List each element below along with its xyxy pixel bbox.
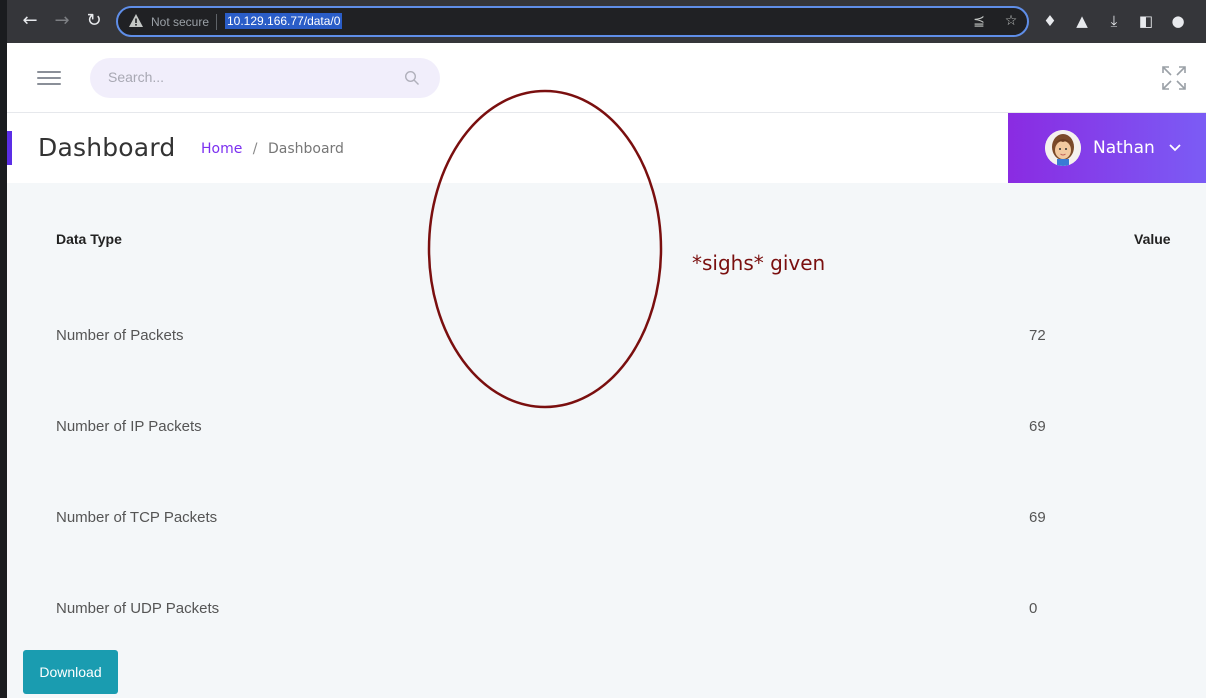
header-accent-bar [7, 131, 12, 165]
breadcrumb-current: Dashboard [267, 141, 344, 157]
download-button[interactable]: Download [23, 650, 118, 694]
security-label[interactable]: Not secure [151, 15, 209, 29]
search-icon[interactable] [404, 70, 420, 86]
row-label: Number of TCP Packets [56, 509, 218, 526]
dashboard-page: Dashboard Home / Dashboard Nathan [7, 43, 1206, 698]
breadcrumb: Home / Dashboard [201, 141, 344, 157]
chevron-down-icon[interactable] [1168, 141, 1182, 155]
row-value: 69 [1029, 418, 1046, 435]
menu-icon[interactable] [37, 71, 61, 87]
search-box [90, 58, 440, 98]
page-title: Dashboard [38, 133, 176, 162]
search-input[interactable] [108, 69, 388, 85]
user-menu[interactable]: Nathan [1008, 113, 1206, 183]
back-arrow-icon[interactable]: ← [19, 10, 41, 32]
extensions-icon[interactable]: ♦ [1040, 11, 1060, 31]
star-icon[interactable]: ☆ [1002, 12, 1020, 30]
forward-arrow-icon[interactable]: → [51, 10, 73, 32]
annotation-text: *sighs* given [692, 251, 826, 275]
row-label: Number of UDP Packets [56, 600, 220, 617]
row-value: 0 [1029, 600, 1038, 617]
profile-icon[interactable]: ● [1168, 11, 1188, 31]
column-header-data-type: Data Type [56, 231, 122, 247]
url-text[interactable]: 10.129.166.77/data/0 [225, 13, 343, 29]
reload-icon[interactable]: ↻ [83, 10, 105, 32]
row-value: 69 [1029, 509, 1046, 526]
side-panel-icon[interactable]: ◧ [1136, 11, 1156, 31]
warning-icon [129, 14, 143, 27]
labs-flask-icon[interactable]: ▲ [1072, 11, 1092, 31]
download-icon[interactable]: ⤓ [1104, 11, 1124, 31]
annotation-oval [427, 89, 663, 409]
user-name[interactable]: Nathan [1093, 138, 1155, 158]
row-label: Number of IP Packets [56, 418, 202, 435]
avatar [1045, 130, 1081, 166]
left-window-edge [0, 0, 7, 698]
column-header-value: Value [1134, 231, 1171, 247]
breadcrumb-home-link[interactable]: Home [201, 141, 242, 157]
share-icon[interactable]: ⪳ [970, 12, 988, 30]
omnibox-divider [216, 14, 217, 30]
fullscreen-icon[interactable] [1161, 65, 1187, 91]
address-bar[interactable]: Not secure 10.129.166.77/data/0 ⪳ ☆ [116, 6, 1029, 37]
breadcrumb-separator: / [252, 141, 258, 157]
browser-toolbar: ← → ↻ Not secure 10.129.166.77/data/0 ⪳ … [0, 0, 1206, 43]
row-value: 72 [1029, 327, 1046, 344]
row-label: Number of Packets [56, 327, 184, 344]
